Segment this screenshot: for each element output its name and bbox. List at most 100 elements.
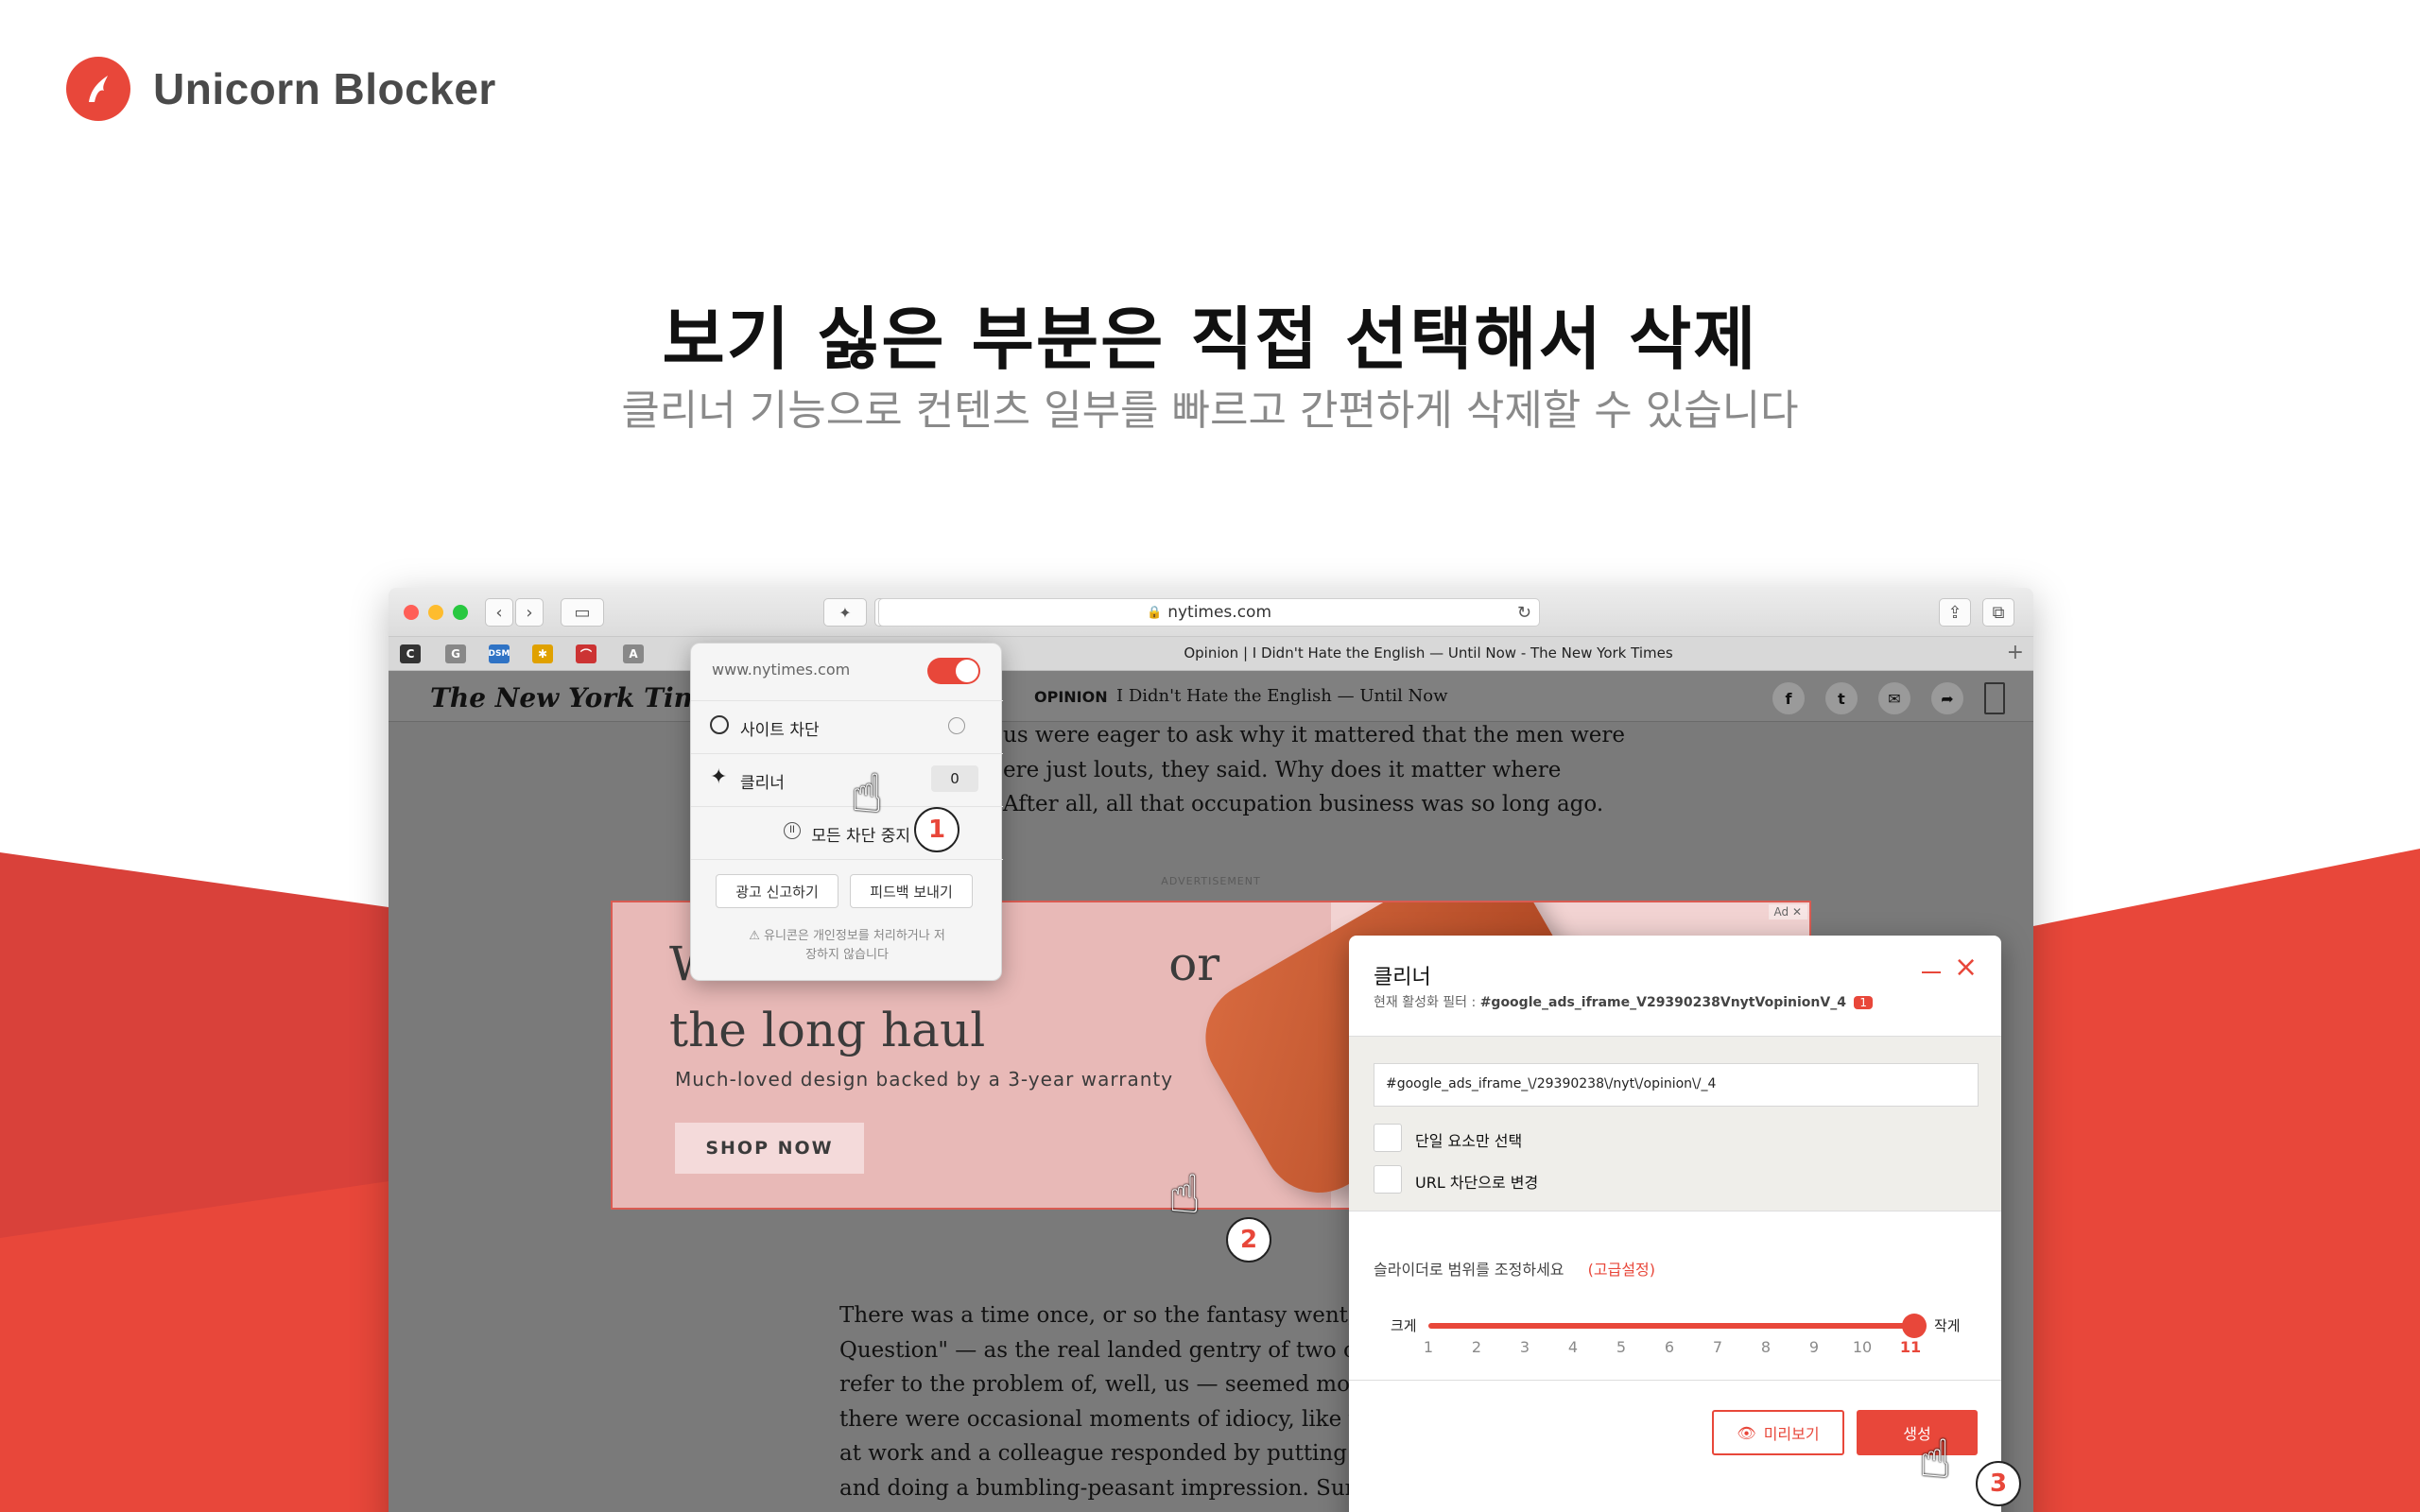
active-filter-value: #google_ads_iframe_V29390238VnytVopinion… [1479, 995, 1846, 1010]
ad-title-line: the long haul [669, 1003, 986, 1057]
brand-name: Unicorn Blocker [153, 64, 496, 113]
slider-tick-label: 9 [1808, 1338, 1820, 1356]
bookmark-icon[interactable] [1984, 682, 2005, 714]
nyt-header: The New York Times OPINION I Didn't Hate… [389, 671, 2033, 722]
advanced-settings-link[interactable]: (고급설정) [1588, 1261, 1655, 1279]
cleaner-count-badge: 0 [931, 765, 978, 792]
single-element-checkbox[interactable] [1374, 1124, 1402, 1152]
advertisement-label: ADVERTISEMENT [1161, 875, 1261, 887]
browser-toolbar: ‹ › ▭ ✦ ≡ 🔒 nytimes.com ↻ ⇪ ⧉ [389, 588, 2033, 637]
pause-icon: ll [783, 822, 801, 839]
tabs-overview-button[interactable]: ⧉ [1982, 598, 2014, 627]
nyt-section-label[interactable]: OPINION [1034, 688, 1108, 706]
slider-tick-label: 1 [1423, 1338, 1434, 1356]
step-badge-3: 3 [1976, 1461, 2021, 1506]
active-filter-label: 현재 활성화 필터 : [1374, 995, 1480, 1010]
shop-now-button[interactable]: SHOP NOW [675, 1123, 864, 1174]
forward-button[interactable]: › [515, 598, 544, 627]
close-icon[interactable]: × [1954, 951, 1978, 984]
slider-tick-label: 5 [1616, 1338, 1627, 1356]
pause-all-label: 모든 차단 중지 [811, 827, 911, 846]
minimize-icon[interactable] [1922, 971, 1941, 973]
active-tab-title[interactable]: Opinion | I Didn't Hate the English — Un… [861, 644, 1996, 662]
nyt-logo[interactable]: The New York Times [430, 682, 734, 713]
article-line: After all, all that occupation business … [1003, 792, 1604, 816]
reload-icon[interactable]: ↻ [1517, 603, 1531, 623]
active-filter-count-badge: 1 [1854, 996, 1874, 1009]
slider-tick-label: 8 [1760, 1338, 1772, 1356]
brand: Unicorn Blocker [66, 57, 496, 121]
zoom-window-button[interactable] [453, 605, 468, 620]
favicon-arc[interactable]: ⌒ [576, 644, 596, 663]
pointer-hand-icon: ☝ [851, 764, 884, 825]
facebook-icon[interactable]: f [1772, 682, 1805, 714]
slider-right-label: 작게 [1934, 1317, 1961, 1334]
ad-subtitle: Much-loved design backed by a 3-year war… [675, 1068, 1174, 1091]
address-bar[interactable]: 🔒 nytimes.com ↻ [878, 598, 1540, 627]
slider-tick-label: 7 [1712, 1338, 1723, 1356]
report-ad-button[interactable]: 광고 신고하기 [716, 874, 838, 908]
slider-hint-text: 슬라이더로 범위를 조정하세요 [1374, 1261, 1564, 1279]
hero-subtitle: 클리너 기능으로 컨텐츠 일부를 빠르고 간편하게 삭제할 수 있습니다 [621, 387, 1799, 435]
step-badge-2: 2 [1226, 1217, 1271, 1263]
site-enable-toggle[interactable] [927, 658, 980, 684]
unicorn-logo-icon [66, 57, 130, 121]
eye-icon: 👁 [1737, 1423, 1756, 1442]
ad-close-tag[interactable]: Ad ✕ [1768, 904, 1807, 919]
sidebar-toggle-button[interactable]: ▭ [561, 598, 604, 627]
privacy-note-line: 장하지 않습니다 [805, 948, 889, 962]
slider-tick-label: 3 [1519, 1338, 1530, 1356]
minimize-window-button[interactable] [428, 605, 443, 620]
close-window-button[interactable] [404, 605, 419, 620]
slider-tick-label: 11 [1899, 1338, 1922, 1356]
slider-tick-label: 10 [1852, 1338, 1873, 1356]
nyt-share-icons: f t ✉ ➦ [1772, 682, 2005, 714]
favicon-slack[interactable]: ✱ [532, 644, 553, 663]
create-button[interactable]: 생성 [1857, 1410, 1978, 1455]
toggle-knob [956, 660, 978, 682]
extension-popover: www.nytimes.com 사이트 차단 ✦ 클리너 0 ll 모든 차단 … [690, 643, 1003, 981]
preview-button[interactable]: 👁 미리보기 [1712, 1410, 1844, 1455]
pointer-hand-icon: ☝ [1919, 1429, 1952, 1490]
cleaner-panel-title: 클리너 [1374, 966, 1431, 989]
share-arrow-icon[interactable]: ➦ [1931, 682, 1963, 714]
new-tab-button[interactable]: + [2007, 641, 2024, 664]
site-block-label: 사이트 차단 [740, 721, 820, 740]
unicorn-extension-button[interactable]: ✦ [823, 598, 867, 627]
favicon-dsm[interactable]: DSM [489, 644, 510, 663]
cleaner-row[interactable]: ✦ 클리너 0 [691, 753, 1003, 806]
stage: Unicorn Blocker 보기 싫은 부분은 직접 선택해서 삭제 클리너… [0, 0, 2420, 1512]
divider [1349, 1380, 2001, 1381]
email-icon[interactable]: ✉ [1878, 682, 1910, 714]
range-slider-track[interactable] [1428, 1323, 1910, 1329]
privacy-note-line: ⚠ 유니콘은 개인정보를 처리하거나 저 [749, 929, 945, 943]
slider-tick-label: 4 [1567, 1338, 1579, 1356]
favicon-a[interactable]: A [623, 644, 644, 663]
cleaner-panel: 클리너 × 현재 활성화 필터 : #google_ads_iframe_V29… [1349, 936, 2001, 1512]
hero-title: 보기 싫은 부분은 직접 선택해서 삭제 [662, 300, 1758, 379]
twitter-icon[interactable]: t [1825, 682, 1858, 714]
selector-input[interactable]: #google_ads_iframe_\/29390238\/nyt\/opin… [1374, 1063, 1979, 1107]
back-button[interactable]: ‹ [485, 598, 513, 627]
url-block-checkbox[interactable] [1374, 1165, 1402, 1194]
pointer-hand-icon: ☝ [1168, 1164, 1201, 1226]
favicon-c[interactable]: C [400, 644, 421, 663]
favicon-g[interactable]: G [445, 644, 466, 663]
privacy-note: ⚠ 유니콘은 개인정보를 처리하거나 저 장하지 않습니다 [691, 927, 1003, 965]
url-block-label: URL 차단으로 변경 [1415, 1174, 1539, 1192]
share-button[interactable]: ⇪ [1939, 598, 1971, 627]
slider-tick-label: 2 [1471, 1338, 1482, 1356]
send-feedback-button[interactable]: 피드백 보내기 [850, 874, 973, 908]
selector-options-section: #google_ads_iframe_\/29390238\/nyt\/opin… [1349, 1036, 2001, 1211]
site-block-radio[interactable] [948, 717, 965, 734]
nyt-article-title: I Didn't Hate the English — Until Now [1116, 686, 1448, 706]
site-block-row[interactable]: 사이트 차단 [691, 700, 1003, 753]
article-line: ere just louts, they said. Why does it m… [1003, 757, 1562, 782]
slider-hint: 슬라이더로 범위를 조정하세요 (고급설정) [1374, 1257, 1655, 1280]
step-badge-1: 1 [914, 807, 959, 852]
article-line: us were eager to ask why it mattered tha… [1003, 723, 1625, 747]
block-circle-icon [710, 715, 729, 734]
active-filter-line: 현재 활성화 필터 : #google_ads_iframe_V29390238… [1374, 992, 1874, 1011]
slider-tick-label: 6 [1664, 1338, 1675, 1356]
range-slider-handle[interactable] [1902, 1314, 1927, 1338]
